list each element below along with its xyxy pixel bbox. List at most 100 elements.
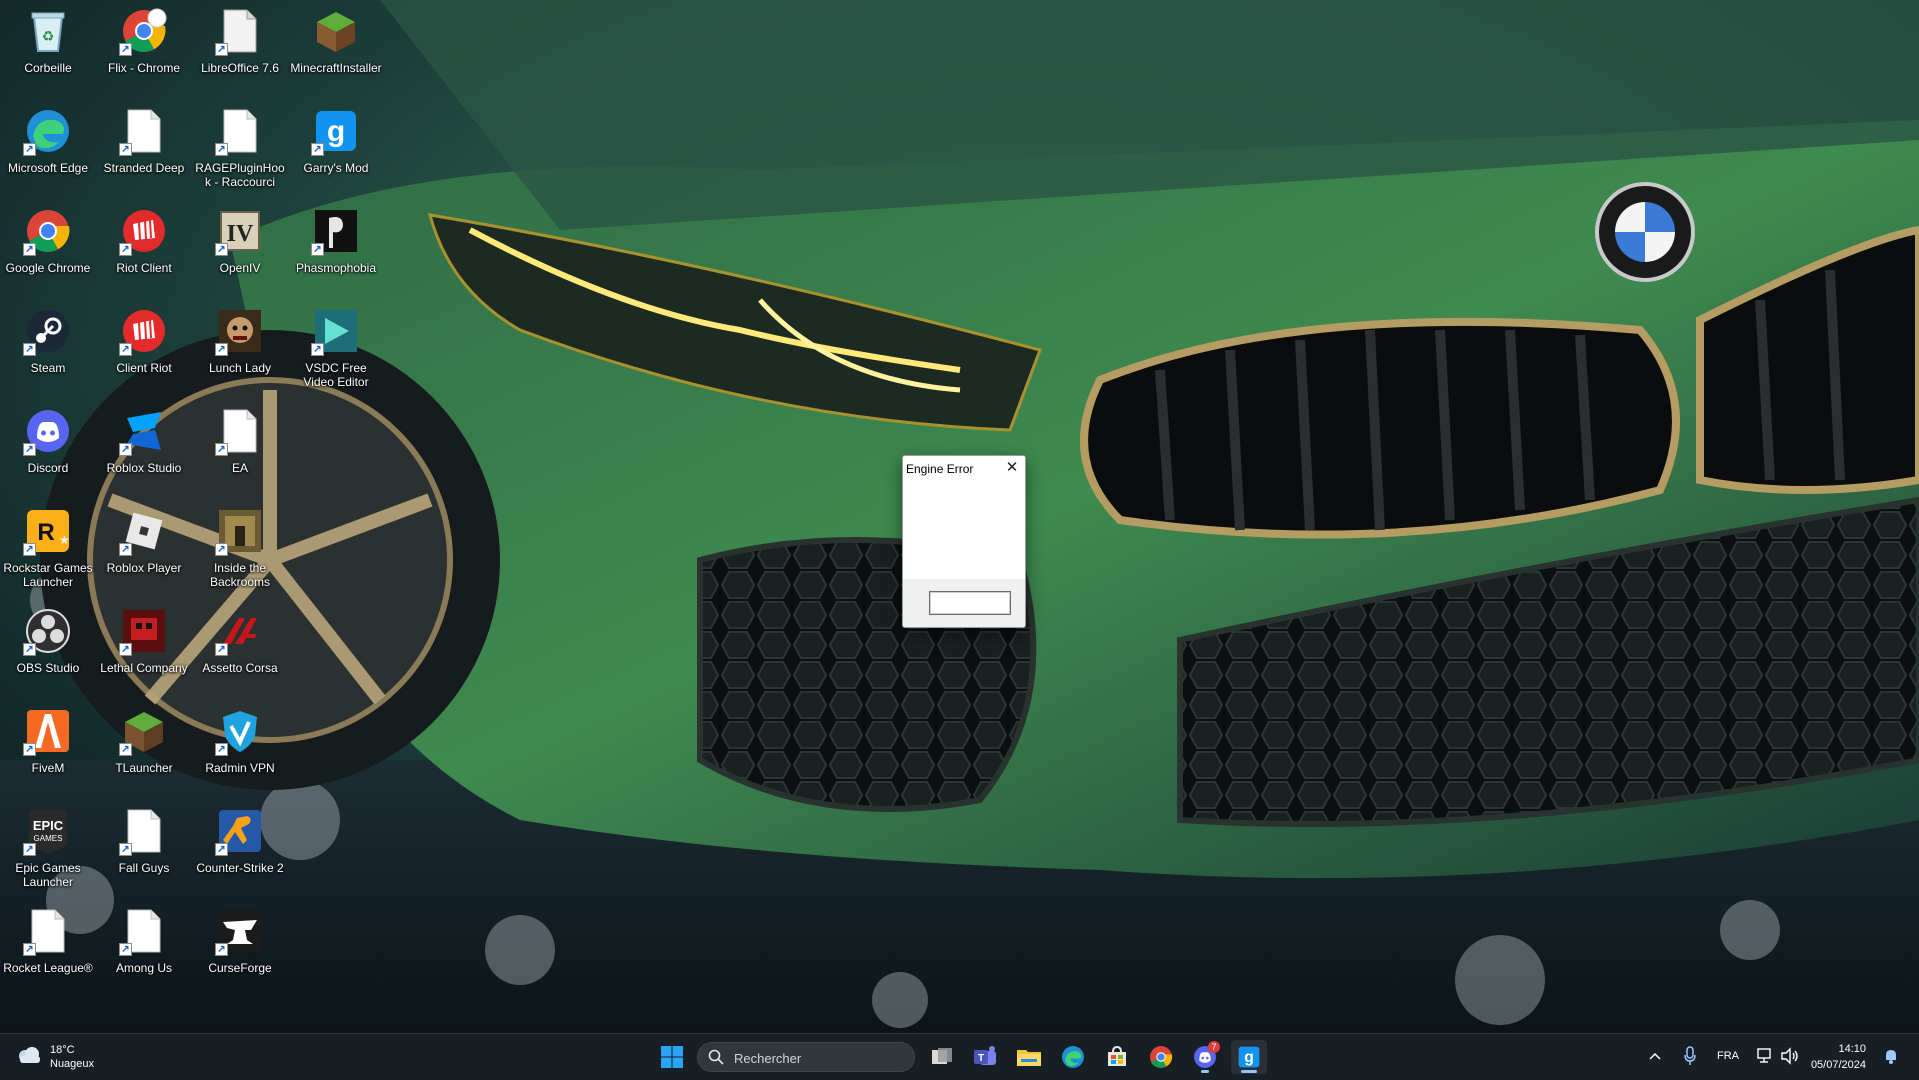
desktop-icon-lunch-lady[interactable]: ↗ Lunch Lady (194, 302, 286, 398)
taskbar-search-box[interactable]: Rechercher (697, 1042, 915, 1072)
desktop-icon-fall-guys[interactable]: ↗ Fall Guys (98, 802, 190, 898)
desktop-icon-rocket-league[interactable]: ↗ Rocket League® (2, 902, 94, 998)
desktop-icon-curseforge[interactable]: ↗ CurseForge (194, 902, 286, 998)
desktop-icon-inside-the-backrooms[interactable]: ↗ Inside the Backrooms (194, 502, 286, 598)
shortcut-arrow-icon: ↗ (23, 843, 36, 856)
tlauncher-icon: ↗ (119, 706, 169, 756)
shortcut-arrow-icon: ↗ (23, 343, 36, 356)
desktop-icon-ragepluginhook[interactable]: ↗ RAGEPluginHook - Raccourci (194, 102, 286, 198)
volume-button[interactable] (1780, 1047, 1800, 1070)
desktop-icon-tlauncher[interactable]: ↗ TLauncher (98, 702, 190, 798)
shortcut-arrow-icon: ↗ (119, 843, 132, 856)
desktop-icon-among-us[interactable]: ↗ Among Us (98, 902, 190, 998)
shortcut-arrow-icon: ↗ (215, 643, 228, 656)
task-view-button[interactable] (924, 1040, 960, 1074)
shortcut-arrow-icon: ↗ (119, 343, 132, 356)
desktop-icon-radmin-vpn[interactable]: ↗ Radmin VPN (194, 702, 286, 798)
garrys-mod-taskbar-button[interactable]: g (1231, 1040, 1267, 1074)
shortcut-arrow-icon: ↗ (119, 143, 132, 156)
file-explorer-button[interactable] (1011, 1040, 1047, 1074)
desktop-icon-libreoffice[interactable]: ↗ LibreOffice 7.6 (194, 2, 286, 98)
network-button[interactable] (1756, 1047, 1774, 1070)
backrooms-icon: ↗ (215, 506, 265, 556)
speaker-icon (1781, 1047, 1798, 1065)
taskbar: 18°C Nuageux Rechercher T 7 g FRA 14:10 … (0, 1033, 1919, 1080)
file-icon: ↗ (119, 806, 169, 856)
shortcut-arrow-icon: ↗ (119, 643, 132, 656)
phasmophobia-icon: ↗ (311, 206, 361, 256)
desktop-icon-riot-client[interactable]: ↗ Riot Client (98, 202, 190, 298)
desktop-icon-rockstar-games-launcher[interactable]: R ★ ↗ Rockstar Games Launcher (2, 502, 94, 598)
edge-taskbar-button[interactable] (1055, 1040, 1091, 1074)
task-view-icon (932, 1048, 952, 1064)
desktop-icon-vsdc[interactable]: ↗ VSDC Free Video Editor (290, 302, 382, 398)
shortcut-arrow-icon: ↗ (23, 743, 36, 756)
teams-button[interactable]: T (967, 1040, 1003, 1074)
riot-icon: ↗ (119, 306, 169, 356)
desktop-icon-corbeille[interactable]: ♻ Corbeille (2, 2, 94, 98)
shortcut-arrow-icon: ↗ (215, 943, 228, 956)
shortcut-arrow-icon: ↗ (215, 743, 228, 756)
desktop-icon-obs-studio[interactable]: ↗ OBS Studio (2, 602, 94, 698)
file-explorer-icon (1017, 1050, 1041, 1066)
file-icon: ↗ (215, 406, 265, 456)
desktop-icon-flix-chrome[interactable]: ↗ Flix - Chrome (98, 2, 190, 98)
clock-date: 05/07/2024 (1810, 1059, 1866, 1071)
shortcut-arrow-icon: ↗ (119, 543, 132, 556)
desktop-icon-ea[interactable]: ↗ EA (194, 402, 286, 498)
start-button[interactable] (654, 1040, 690, 1074)
shortcut-arrow-icon: ↗ (119, 743, 132, 756)
file-icon: ↗ (119, 906, 169, 956)
svg-text:GAMES: GAMES (34, 834, 63, 843)
desktop-icon-phasmophobia[interactable]: ↗ Phasmophobia (290, 202, 382, 298)
search-icon (708, 1049, 724, 1070)
garrys-mod-icon: g (1238, 1046, 1260, 1068)
minecraft-icon (311, 6, 361, 56)
counter-strike-icon: ↗ (215, 806, 265, 856)
dialog-body (903, 480, 1025, 580)
search-placeholder: Rechercher (734, 1051, 802, 1066)
desktop-icon-roblox-studio[interactable]: ↗ Roblox Studio (98, 402, 190, 498)
discord-taskbar-button[interactable]: 7 (1187, 1040, 1223, 1074)
microphone-icon (1684, 1046, 1696, 1065)
desktop-icon-stranded-deep[interactable]: ↗ Stranded Deep (98, 102, 190, 198)
cloud-icon (16, 1046, 42, 1069)
chrome-taskbar-button[interactable] (1143, 1040, 1179, 1074)
desktop-icon-steam[interactable]: ↗ Steam (2, 302, 94, 398)
shortcut-arrow-icon: ↗ (23, 243, 36, 256)
svg-text:g: g (327, 115, 345, 148)
desktop-icon-assetto-corsa[interactable]: ↗ Assetto Corsa (194, 602, 286, 698)
epic-games-icon: EPIC GAMES ↗ (23, 806, 73, 856)
desktop-icon-google-chrome[interactable]: ↗ Google Chrome (2, 202, 94, 298)
dialog-ok-button[interactable] (929, 591, 1011, 615)
input-language[interactable]: FRA (1717, 1050, 1739, 1062)
desktop-icon-lethal-company[interactable]: ↗ Lethal Company (98, 602, 190, 698)
bell-icon (1886, 1050, 1896, 1064)
shortcut-arrow-icon: ↗ (23, 943, 36, 956)
desktop-icon-grid: ♻ Corbeille ↗ Microsoft Edge ↗ Google Ch… (0, 0, 400, 1033)
tray-overflow-button[interactable] (1648, 1048, 1666, 1066)
svg-text:♻: ♻ (42, 28, 55, 44)
file-icon: ↗ (215, 6, 265, 56)
shortcut-arrow-icon: ↗ (119, 443, 132, 456)
shortcut-arrow-icon: ↗ (119, 243, 132, 256)
desktop-icon-roblox-player[interactable]: ↗ Roblox Player (98, 502, 190, 598)
store-button[interactable] (1099, 1040, 1135, 1074)
microphone-button[interactable] (1683, 1046, 1697, 1071)
notifications-button[interactable] (1884, 1048, 1898, 1069)
desktop-icon-microsoft-edge[interactable]: ↗ Microsoft Edge (2, 102, 94, 198)
desktop-icon-client-riot[interactable]: ↗ Client Riot (98, 302, 190, 398)
desktop-icon-epic-games-launcher[interactable]: EPIC GAMES ↗ Epic Games Launcher (2, 802, 94, 898)
steam-icon: ↗ (23, 306, 73, 356)
desktop-icon-fivem[interactable]: ↗ FiveM (2, 702, 94, 798)
curseforge-icon: ↗ (215, 906, 265, 956)
close-icon[interactable]: ✕ (1003, 459, 1021, 477)
chrome-icon (1150, 1046, 1173, 1068)
desktop-icon-counter-strike-2[interactable]: ↗ Counter-Strike 2 (194, 802, 286, 898)
dialog-titlebar[interactable]: Engine Error ✕ (903, 456, 1025, 480)
shortcut-arrow-icon: ↗ (215, 143, 228, 156)
desktop-icon-garrys-mod[interactable]: g ↗ Garry's Mod (290, 102, 382, 198)
desktop-icon-minecraftinstaller[interactable]: MinecraftInstaller (290, 2, 382, 98)
desktop-icon-discord[interactable]: ↗ Discord (2, 402, 94, 498)
desktop-icon-openiv[interactable]: IV ↗ OpenIV (194, 202, 286, 298)
